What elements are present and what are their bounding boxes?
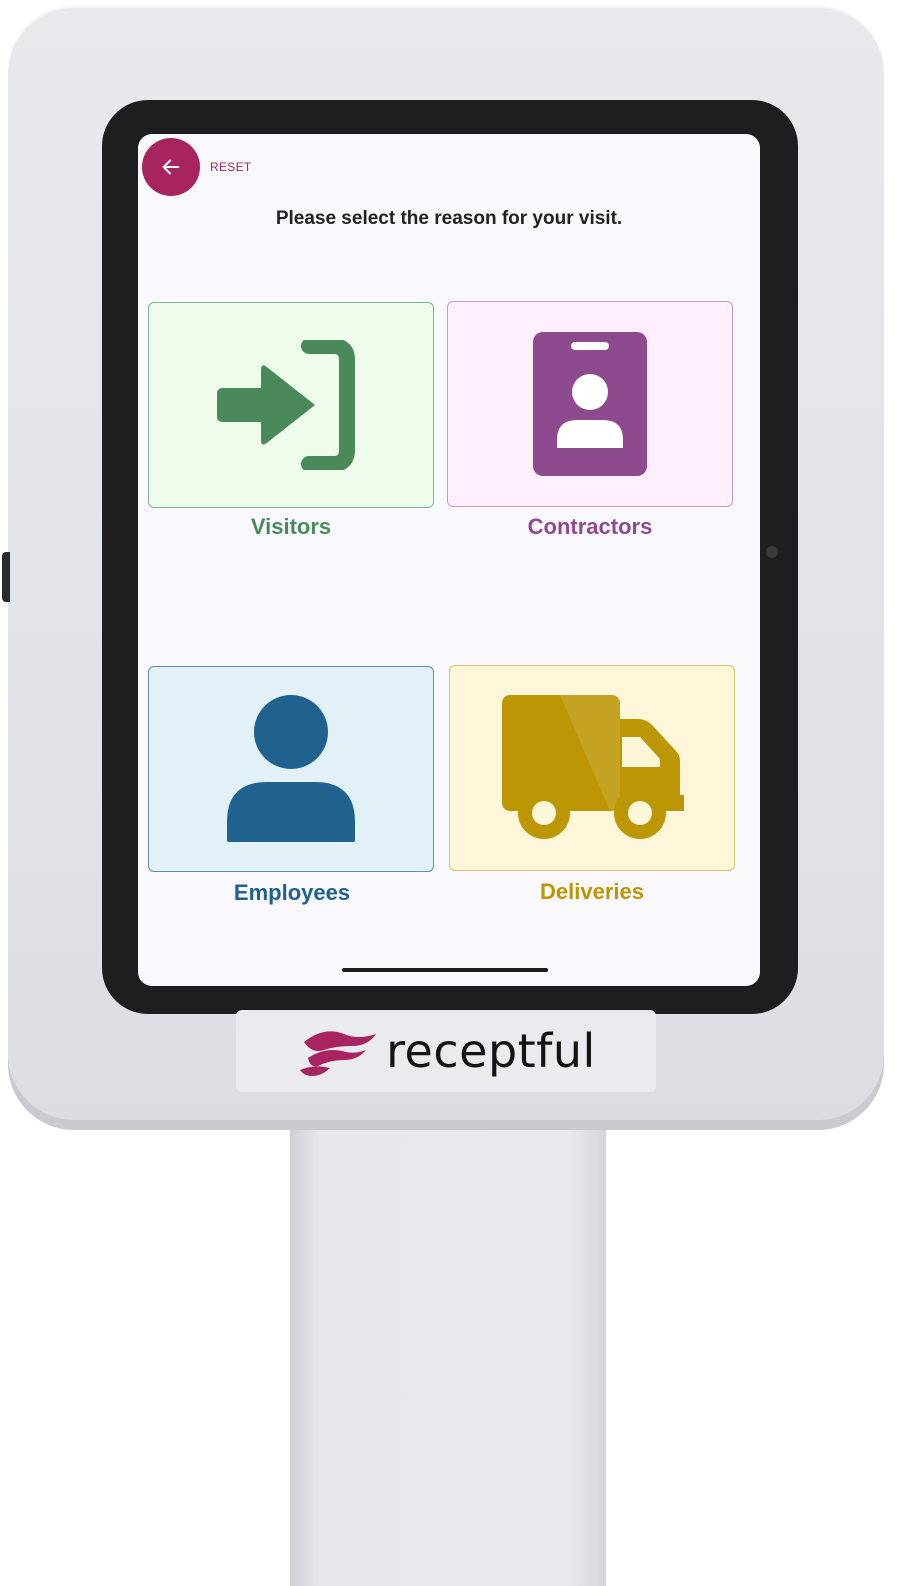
page-prompt: Please select the reason for your visit. [275, 208, 623, 229]
visitors-label[interactable]: Visitors [141, 514, 441, 540]
kiosk-stand-pole [290, 1120, 606, 1586]
reset-label[interactable]: RESET [210, 160, 252, 174]
home-indicator [342, 968, 548, 972]
deliveries-tile[interactable] [449, 665, 735, 871]
truck-icon [502, 695, 684, 839]
employees-label[interactable]: Employees [142, 880, 442, 906]
receptful-swoosh-icon [300, 1031, 377, 1076]
deliveries-label[interactable]: Deliveries [442, 879, 742, 905]
kiosk-side-button [2, 552, 10, 602]
sign-in-icon [217, 340, 355, 470]
tablet-camera [766, 546, 778, 558]
id-badge-icon [533, 332, 647, 476]
arrow-left-icon [162, 159, 180, 175]
contractors-label[interactable]: Contractors [440, 514, 740, 540]
user-icon [227, 695, 355, 842]
employees-tile[interactable] [148, 666, 434, 872]
visitors-tile[interactable] [148, 302, 434, 508]
contractors-tile[interactable] [447, 301, 733, 507]
tablet-screen: RESET Please select the reason for your … [138, 134, 760, 986]
brand-name: receptful [386, 1024, 596, 1078]
back-button[interactable] [142, 138, 200, 196]
brand-logo-plate: receptful [236, 1010, 656, 1092]
